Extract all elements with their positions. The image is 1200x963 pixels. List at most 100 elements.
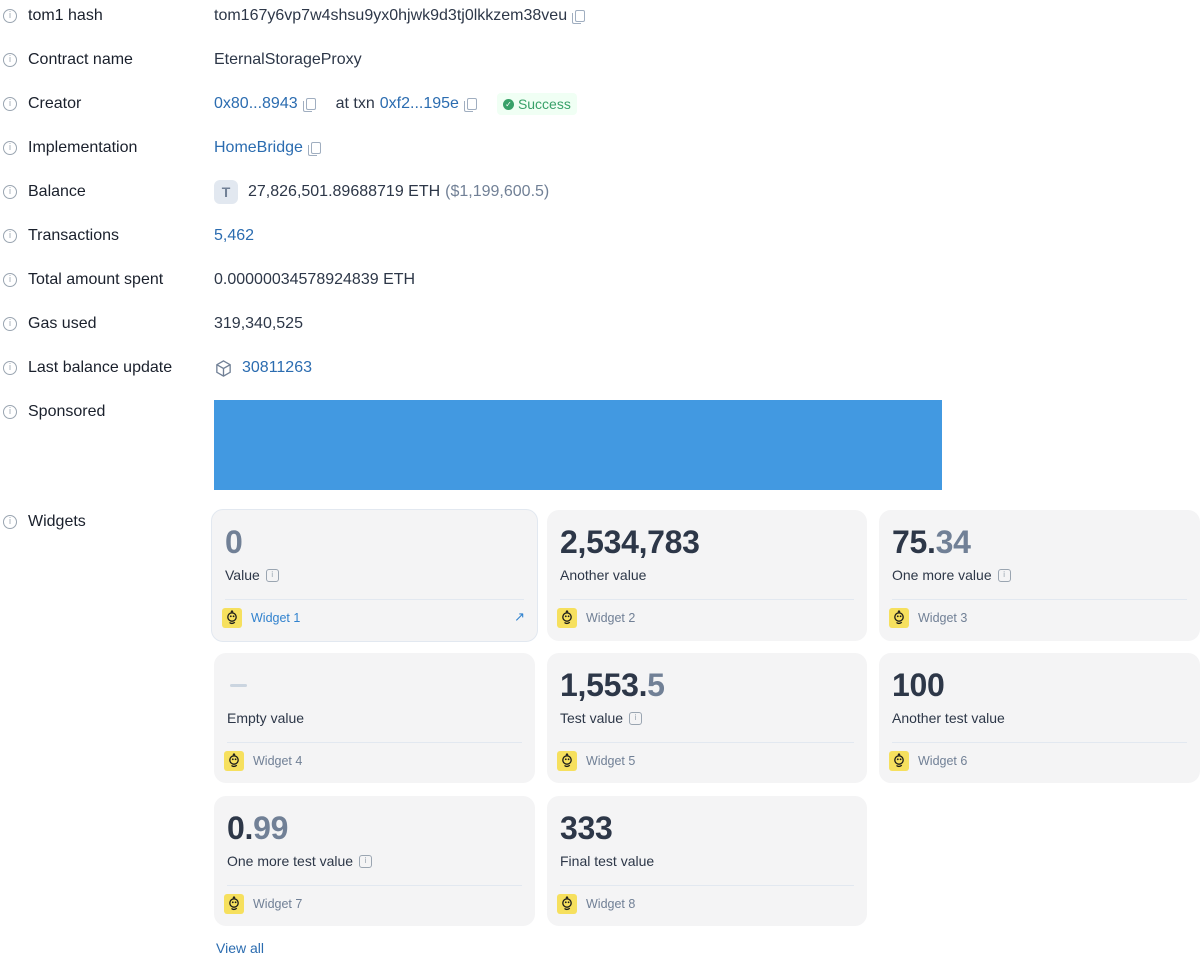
widget-footer: Widget 7 <box>224 893 302 915</box>
widget-value-int: 0 <box>225 524 243 560</box>
creator-address-link[interactable]: 0x80...8943 <box>214 95 298 113</box>
info-icon[interactable]: i <box>629 711 643 725</box>
widget-value-int: 75. <box>892 524 936 560</box>
widget-card[interactable]: 0.99 One more test value i Widget 7 <box>214 796 535 926</box>
info-icon[interactable]: i <box>997 568 1011 582</box>
widget-footer: Widget 8 <box>557 893 635 915</box>
widget-value: 333 <box>560 810 613 847</box>
duck-logo-icon <box>557 608 577 628</box>
widget-label: Another test value <box>892 710 1005 726</box>
widget-divider <box>892 742 1187 743</box>
widget-name: Widget 3 <box>918 611 968 625</box>
widget-label-text: Empty value <box>227 710 305 726</box>
info-icon[interactable]: i <box>3 9 17 23</box>
widget-label-text: One more test value <box>227 853 354 869</box>
row-label: Transactions <box>28 227 119 244</box>
duck-logo-icon <box>889 608 909 628</box>
widget-label-text: One more value <box>892 567 992 583</box>
total-spent-value: 0.00000034578924839 ETH <box>214 271 416 288</box>
view-all-link[interactable]: View all <box>216 940 264 956</box>
widget-card[interactable]: 0 Value i Widget 1 ↗ <box>211 509 538 642</box>
token-avatar-icon: T <box>214 180 238 204</box>
widget-name: Widget 7 <box>253 897 303 911</box>
contract-name-value: EternalStorageProxy <box>214 51 362 68</box>
info-icon[interactable]: i <box>3 515 17 529</box>
widget-divider <box>225 599 524 600</box>
info-icon[interactable]: i <box>3 97 17 111</box>
widget-value-decimal: 5 <box>647 667 665 703</box>
widget-label: One more test value i <box>227 853 373 869</box>
implementation-link[interactable]: HomeBridge <box>214 139 303 157</box>
widget-label: Another value <box>560 567 646 583</box>
widget-label: Empty value <box>227 710 304 726</box>
info-icon[interactable]: i <box>3 273 17 287</box>
widget-value: 0.99 <box>227 810 288 847</box>
widget-label-text: Value <box>225 567 260 583</box>
info-icon[interactable]: i <box>3 405 17 419</box>
widget-value-int: 333 <box>560 810 613 846</box>
widget-footer: Widget 5 <box>557 750 635 772</box>
widget-value: 75.34 <box>892 524 971 561</box>
info-icon[interactable]: i <box>359 854 373 868</box>
widget-divider <box>560 742 854 743</box>
widget-card[interactable]: 333 Final test value Widget 8 <box>547 796 867 926</box>
widget-footer: Widget 6 <box>889 750 967 772</box>
copy-icon[interactable] <box>307 142 321 156</box>
duck-logo-icon <box>224 751 244 771</box>
widget-footer: Widget 3 <box>889 607 967 629</box>
copy-icon[interactable] <box>302 98 316 112</box>
hash-value: tom167y6vp7w4shsu9yx0hjwk9d3tj0lkkzem38v… <box>214 7 568 24</box>
duck-logo-icon <box>557 751 577 771</box>
widget-footer: Widget 4 <box>224 750 302 772</box>
row-label: Implementation <box>28 139 138 156</box>
row-label: tom1 hash <box>28 7 103 24</box>
info-icon[interactable]: i <box>3 53 17 67</box>
sponsored-banner[interactable] <box>214 400 942 490</box>
row-label: Balance <box>28 183 86 200</box>
widget-divider <box>892 599 1187 600</box>
row-label: Creator <box>28 95 82 112</box>
widget-footer[interactable]: Widget 1 <box>222 607 300 629</box>
widget-value-int: 0. <box>227 810 254 846</box>
widget-name: Widget 8 <box>586 897 636 911</box>
row-label: Contract name <box>28 51 133 68</box>
status-text: Success <box>517 96 571 112</box>
widget-name[interactable]: Widget 1 <box>251 611 300 625</box>
gas-used-value: 319,340,525 <box>214 315 303 332</box>
copy-icon[interactable] <box>463 98 477 112</box>
info-icon[interactable]: i <box>3 141 17 155</box>
copy-icon[interactable] <box>572 10 586 24</box>
widget-divider <box>227 885 522 886</box>
info-icon[interactable]: i <box>3 185 17 199</box>
widget-divider <box>560 599 854 600</box>
widget-card[interactable]: 1,553.5 Test value i Widget 5 <box>547 653 867 783</box>
external-arrow-icon[interactable]: ↗ <box>514 610 525 625</box>
widget-label-text: Final test value <box>560 853 655 869</box>
widget-footer: Widget 2 <box>557 607 635 629</box>
info-icon[interactable]: i <box>3 317 17 331</box>
row-label: Last balance update <box>28 359 173 376</box>
widget-card[interactable]: 75.34 One more value i Widget 3 <box>879 510 1200 641</box>
creator-txn-link[interactable]: 0xf2...195e <box>380 95 459 113</box>
widget-name: Widget 6 <box>918 754 968 768</box>
widget-card[interactable]: Empty value Widget 4 <box>214 653 535 783</box>
widget-divider <box>560 885 854 886</box>
widget-name: Widget 4 <box>253 754 303 768</box>
info-icon[interactable]: i <box>3 229 17 243</box>
widget-divider <box>227 742 522 743</box>
transactions-link[interactable]: 5,462 <box>214 227 254 245</box>
widget-value-decimal: 34 <box>935 524 971 560</box>
info-icon[interactable]: i <box>265 568 279 582</box>
duck-logo-icon <box>889 751 909 771</box>
block-link[interactable]: 30811263 <box>242 359 312 377</box>
widget-card[interactable]: 2,534,783 Another value Widget 2 <box>547 510 867 641</box>
widget-card[interactable]: 100 Another test value Widget 6 <box>879 653 1200 783</box>
balance-usd: ($1,199,600.5) <box>445 183 550 200</box>
widget-value-int: 2,534,783 <box>560 524 700 560</box>
widget-value-int: 100 <box>892 667 945 703</box>
widget-label-text: Test value <box>560 710 624 726</box>
widget-value: 0 <box>225 524 243 561</box>
info-icon[interactable]: i <box>3 361 17 375</box>
widget-value: 2,534,783 <box>560 524 700 561</box>
widget-label: Final test value <box>560 853 654 869</box>
